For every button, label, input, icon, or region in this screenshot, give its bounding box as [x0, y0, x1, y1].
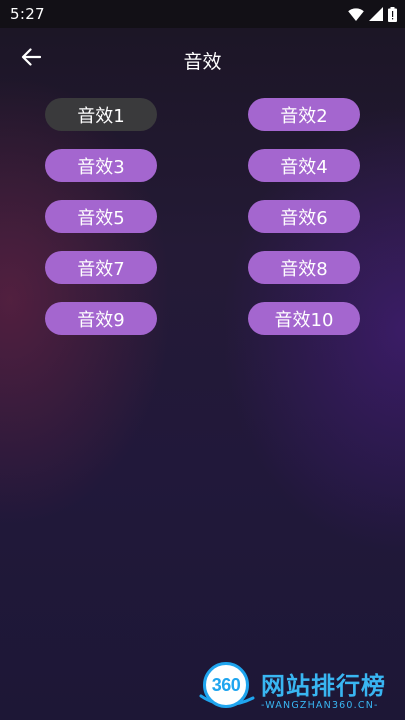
sound-effects-screen: 5:27 音效 音效1 音效2 音效3 音效4 音效5 音效6 音效7 音效8 … [0, 0, 405, 720]
effect-button-label: 音效7 [77, 258, 125, 280]
top-app-bar: 音效 [0, 28, 405, 88]
effect-button-9[interactable]: 音效9 [45, 302, 157, 335]
effect-button-3[interactable]: 音效3 [45, 149, 157, 182]
effect-button-label: 音效6 [280, 207, 328, 229]
effect-button-6[interactable]: 音效6 [248, 200, 360, 233]
status-icons [348, 6, 397, 22]
effect-button-4[interactable]: 音效4 [248, 149, 360, 182]
page-title: 音效 [183, 51, 222, 73]
effect-button-2[interactable]: 音效2 [248, 98, 360, 131]
effect-button-10[interactable]: 音效10 [248, 302, 360, 335]
effect-button-5[interactable]: 音效5 [45, 200, 157, 233]
effect-button-label: 音效2 [280, 105, 328, 127]
effect-button-1[interactable]: 音效1 [45, 98, 157, 131]
effect-button-label: 音效1 [77, 105, 125, 127]
watermark-subtitle: -WANGZHAN360.CN- [261, 700, 379, 711]
signal-icon [369, 7, 383, 21]
effect-button-label: 音效9 [77, 309, 125, 331]
status-bar: 5:27 [0, 0, 405, 28]
watermark-name: 网站排行榜 [261, 672, 386, 700]
status-time: 5:27 [10, 5, 45, 23]
effect-button-7[interactable]: 音效7 [45, 251, 157, 284]
effect-button-label: 音效10 [274, 309, 334, 331]
effect-button-label: 音效4 [280, 156, 328, 178]
effect-button-label: 音效5 [77, 207, 125, 229]
watermark-logo-text: 360 [211, 674, 241, 695]
effect-button-label: 音效3 [77, 156, 125, 178]
site-watermark: 360 网站排行榜 -WANGZHAN360.CN- [195, 656, 405, 720]
watermark-logo: 360 [203, 662, 249, 708]
battery-icon [388, 6, 397, 22]
effect-button-8[interactable]: 音效8 [248, 251, 360, 284]
effect-button-label: 音效8 [280, 258, 328, 280]
wifi-icon [348, 7, 364, 21]
